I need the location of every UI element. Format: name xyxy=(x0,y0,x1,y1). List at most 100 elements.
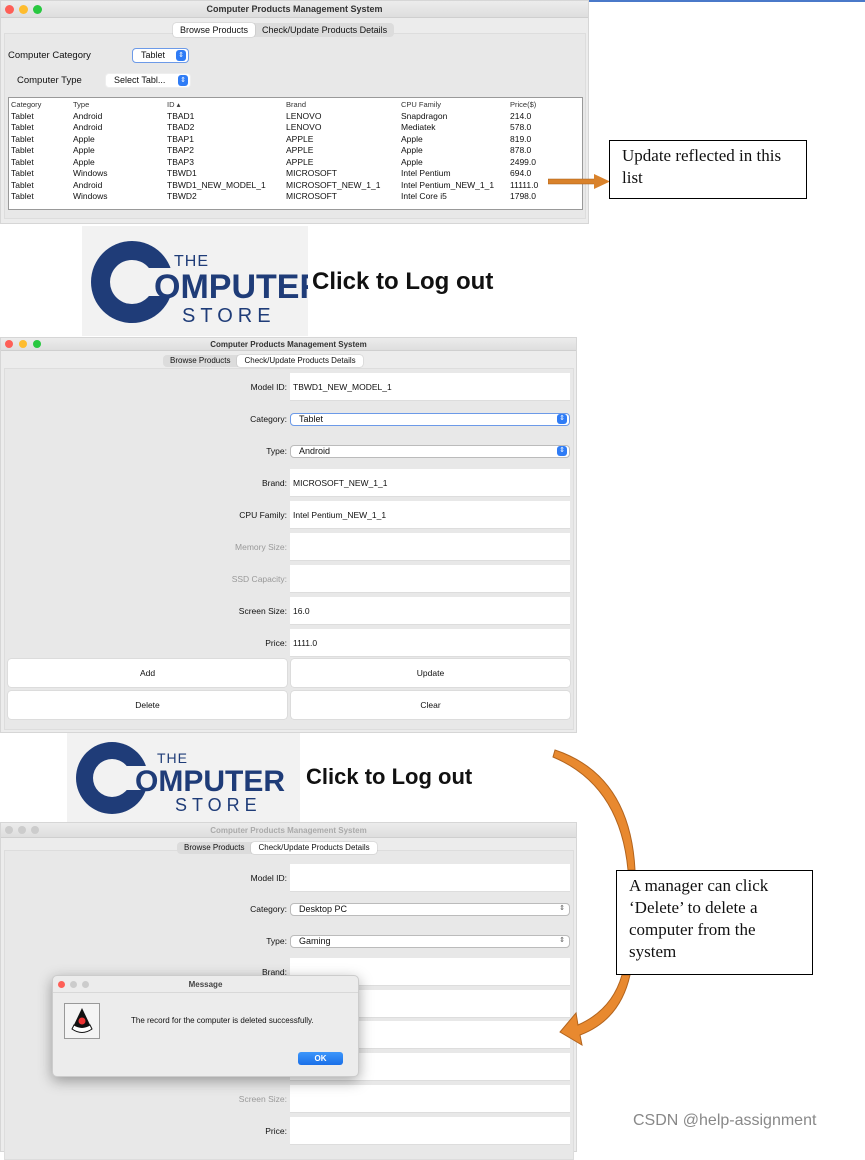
table-cell: Tablet xyxy=(11,110,34,121)
zoom-button[interactable] xyxy=(31,826,39,834)
field-input[interactable] xyxy=(290,864,570,892)
close-button[interactable] xyxy=(5,340,13,348)
table-cell: Windows xyxy=(73,191,108,201)
delete-button[interactable]: Delete xyxy=(8,691,287,719)
update-window: Computer Products Management System Mode… xyxy=(0,337,577,733)
field-input[interactable] xyxy=(290,1117,570,1145)
svg-text:THE: THE xyxy=(157,750,188,766)
tab-check-update[interactable]: Check/Update Products Details xyxy=(251,842,377,854)
table-cell: TBAD2 xyxy=(167,122,195,132)
minimize-button[interactable] xyxy=(19,340,27,348)
add-button[interactable]: Add xyxy=(8,659,287,687)
table-cell: Apple xyxy=(401,145,423,155)
tab-browse-products[interactable]: Browse Products xyxy=(177,842,251,854)
logout-link[interactable]: Click to Log out xyxy=(306,764,472,790)
field-label: Type: xyxy=(266,446,287,456)
close-button[interactable] xyxy=(5,826,13,834)
type-select[interactable]: Select Tabl... ⇕ xyxy=(105,73,191,88)
field-input[interactable] xyxy=(290,1085,570,1113)
field-label: Price: xyxy=(265,638,287,648)
field-label: Model ID: xyxy=(250,873,287,883)
column-header[interactable]: Type xyxy=(73,99,89,111)
table-cell: TBWD1_NEW_MODEL_1 xyxy=(167,179,266,190)
column-header[interactable]: Brand xyxy=(286,99,306,111)
field-input[interactable]: TBWD1_NEW_MODEL_1 xyxy=(290,373,570,401)
table-cell: TBWD1 xyxy=(167,168,197,178)
minimize-button[interactable] xyxy=(18,826,26,834)
field-select[interactable]: Android ⇕ xyxy=(290,445,570,458)
table-cell: Android xyxy=(73,122,103,132)
table-cell: 578.0 xyxy=(510,122,532,132)
minimize-button[interactable] xyxy=(19,5,28,14)
table-cell: MICROSOFT xyxy=(286,191,337,201)
table-cell: Intel Pentium_NEW_1_1 xyxy=(401,179,495,190)
products-table: Category Type ID ▴ Brand CPU Family Price($) T… xyxy=(8,97,583,210)
logout-link[interactable]: Click to Log out xyxy=(312,268,493,296)
field-input[interactable] xyxy=(290,533,570,561)
column-header[interactable]: CPU Family xyxy=(401,99,441,111)
watermark: CSDN @help-assignment xyxy=(633,1112,817,1129)
svg-text:STORE: STORE xyxy=(175,795,262,815)
table-row[interactable]: Tablet Android TBAD1 LENOVO Snapdragon 214.0 xyxy=(9,111,582,123)
java-duke-icon xyxy=(64,1003,100,1039)
zoom-button[interactable] xyxy=(33,340,41,348)
table-row[interactable]: Tablet Apple TBAP2 APPLE Apple 878.0 xyxy=(9,145,582,157)
table-cell: TBWD2 xyxy=(167,191,197,201)
clear-button[interactable]: Clear xyxy=(291,691,570,719)
table-header: Category Type ID ▴ Brand CPU Family Price($) xyxy=(9,99,582,111)
table-cell: LENOVO xyxy=(286,122,322,132)
field-input[interactable]: 1111.0 xyxy=(290,629,570,657)
field-select[interactable]: Tablet ⇕ xyxy=(290,413,570,426)
logo-box: THE OMPUTER STORE xyxy=(82,226,324,336)
table-cell: Intel Pentium xyxy=(401,168,451,178)
update-button[interactable]: Update xyxy=(291,659,570,687)
table-row[interactable]: Tablet Apple TBAP1 APPLE Apple 819.0 xyxy=(9,134,582,146)
window-title: Computer Products Management System xyxy=(210,340,367,349)
chevron-updown-icon: ⇕ xyxy=(176,50,186,61)
table-cell: Apple xyxy=(73,156,95,167)
table-cell: LENOVO xyxy=(286,110,322,121)
table-row[interactable]: Tablet Android TBWD1_NEW_MODEL_1 MICROSOFT_… xyxy=(9,180,582,192)
table-cell: TBAP3 xyxy=(167,156,194,167)
table-cell: Intel Core i5 xyxy=(401,191,447,201)
callout-update: Update reflected in this list xyxy=(609,140,807,199)
tab-check-update[interactable]: Check/Update Products Details xyxy=(255,23,394,37)
svg-text:STORE: STORE xyxy=(182,305,276,327)
field-label: Model ID: xyxy=(250,382,287,392)
tab-bar: Browse Products Check/Update Products De… xyxy=(163,355,363,367)
tab-browse-products[interactable]: Browse Products xyxy=(173,23,256,37)
table-cell: Tablet xyxy=(11,179,34,190)
close-button[interactable] xyxy=(5,5,14,14)
zoom-button xyxy=(82,981,89,988)
zoom-button[interactable] xyxy=(33,5,42,14)
close-button[interactable] xyxy=(58,981,65,988)
field-input[interactable] xyxy=(290,565,570,593)
field-label: Memory Size: xyxy=(235,542,287,552)
field-input[interactable]: 16.0 xyxy=(290,597,570,625)
ok-button[interactable]: OK xyxy=(298,1052,343,1065)
table-cell: Tablet xyxy=(11,145,34,155)
category-select[interactable]: Tablet ⇕ xyxy=(132,48,189,63)
column-header[interactable]: ID ▴ xyxy=(167,99,180,111)
table-row[interactable]: Tablet Windows TBWD1 MICROSOFT Intel Pentium… xyxy=(9,168,582,180)
column-header[interactable]: Price($) xyxy=(510,99,536,111)
table-row[interactable]: Tablet Android TBAD2 LENOVO Mediatek 578.0 xyxy=(9,122,582,134)
tab-check-update[interactable]: Check/Update Products Details xyxy=(237,355,363,367)
table-cell: TBAD1 xyxy=(167,110,195,121)
table-cell: 819.0 xyxy=(510,133,532,144)
field-input[interactable]: MICROSOFT_NEW_1_1 xyxy=(290,469,570,497)
column-header[interactable]: Category xyxy=(11,99,41,111)
field-select[interactable]: Gaming ⇕ xyxy=(290,935,570,948)
tab-browse-products[interactable]: Browse Products xyxy=(163,355,237,367)
table-cell: APPLE xyxy=(286,133,314,144)
table-row[interactable]: Tablet Windows TBWD2 MICROSOFT Intel Core i5… xyxy=(9,191,582,203)
type-label: Computer Type xyxy=(17,75,82,86)
tab-bar: Browse Products Check/Update Products De… xyxy=(177,842,377,854)
field-input[interactable]: Intel Pentium_NEW_1_1 xyxy=(290,501,570,529)
field-label: Brand: xyxy=(261,478,287,488)
field-select[interactable]: Desktop PC ⇕ xyxy=(290,903,570,916)
tab-bar: Browse Products Check/Update Products De… xyxy=(173,23,395,37)
table-row[interactable]: Tablet Apple TBAP3 APPLE Apple 2499.0 xyxy=(9,157,582,169)
svg-text:OMPUTER: OMPUTER xyxy=(135,765,285,798)
table-cell: MICROSOFT_NEW_1_1 xyxy=(286,179,381,190)
